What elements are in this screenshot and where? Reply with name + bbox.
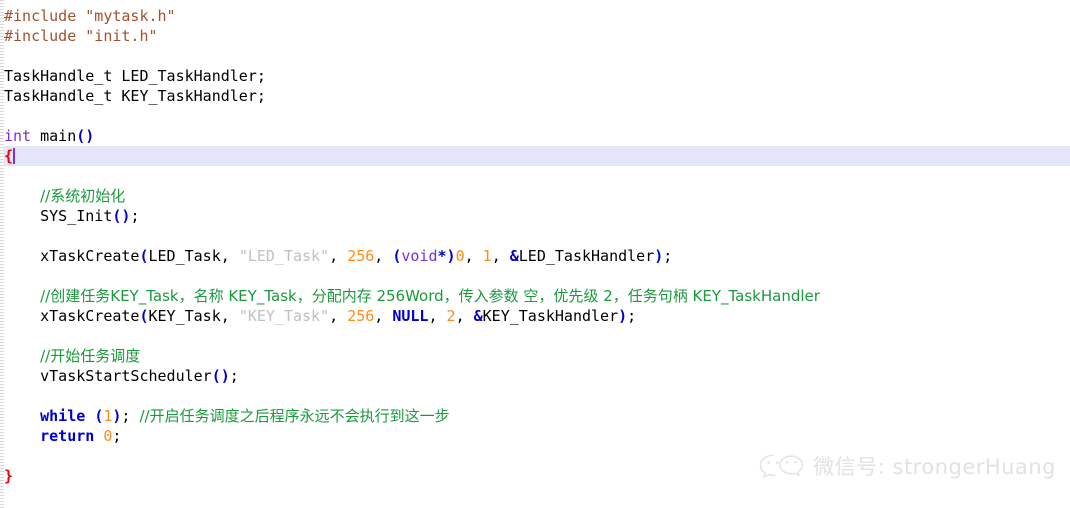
code-token: #include <box>4 27 86 45</box>
code-token: KEY_TaskHandler <box>482 307 619 325</box>
code-line-return-zero[interactable]: return 0; <box>0 426 1070 446</box>
code-content[interactable]: #include "mytask.h" #include "init.h" Task… <box>0 0 1070 486</box>
code-token: , <box>329 247 348 265</box>
code-token: NULL <box>392 307 429 325</box>
code-token: "KEY_Task" <box>238 307 330 325</box>
code-token: , <box>374 307 393 325</box>
code-token: 1 <box>482 247 492 265</box>
code-token: , <box>455 307 474 325</box>
code-token: KEY_Task, <box>148 307 239 325</box>
code-token: ; <box>256 87 266 105</box>
text-caret <box>13 148 16 164</box>
editor-gutter-strip <box>0 0 4 508</box>
code-token: //开启任务调度之后程序永远不会执行到这一步 <box>139 407 450 425</box>
watermark-text: 微信号: strongerHuang <box>813 455 1056 479</box>
code-line-call-xtaskcreate-led[interactable]: xTaskCreate(LED_Task, "LED_Task", 256, (… <box>0 246 1070 266</box>
code-token: 256 <box>347 247 375 265</box>
code-token: } <box>4 467 14 485</box>
code-token: xTaskCreate <box>4 247 140 265</box>
code-token: ) <box>654 247 664 265</box>
code-token: TaskHandle_t KEY_TaskHandler <box>4 87 257 105</box>
code-token: ; <box>627 307 637 325</box>
code-token: #include <box>4 7 86 25</box>
code-token: ) <box>618 307 628 325</box>
code-line-blank-5[interactable] <box>0 266 1070 286</box>
code-token: & <box>509 247 519 265</box>
code-token: () <box>112 207 131 225</box>
code-token: , <box>329 307 348 325</box>
code-token: 2 <box>446 307 456 325</box>
wechat-logo-icon <box>757 452 804 482</box>
code-token: 0 <box>455 247 465 265</box>
code-token: ; <box>663 247 673 265</box>
code-token: void <box>401 247 438 265</box>
code-token: ; <box>130 207 140 225</box>
code-token: LED_TaskHandler <box>518 247 655 265</box>
code-line-blank-6[interactable] <box>0 326 1070 346</box>
code-token: ( <box>139 307 149 325</box>
code-token: return <box>40 427 95 445</box>
code-token: () <box>76 127 95 145</box>
code-line-call-xtaskcreate-key[interactable]: xTaskCreate(KEY_Task, "KEY_Task", 256, N… <box>0 306 1070 326</box>
code-token: //系统初始化 <box>40 187 126 205</box>
code-token: , <box>428 307 447 325</box>
code-line-blank-7[interactable] <box>0 386 1070 406</box>
code-token: LED_Task, <box>148 247 239 265</box>
code-token: "init.h" <box>85 27 158 45</box>
code-token: //创建任务KEY_Task，名称 KEY_Task，分配内存 256Word，… <box>40 287 820 305</box>
code-token: () <box>211 367 230 385</box>
code-token: while <box>40 407 86 425</box>
code-token: TaskHandle_t LED_TaskHandler <box>4 67 257 85</box>
code-line-blank-3[interactable] <box>0 166 1070 186</box>
code-token: ; <box>121 407 140 425</box>
code-line-blank-2[interactable] <box>0 106 1070 126</box>
code-editor[interactable]: #include "mytask.h" #include "init.h" Task… <box>0 0 1070 508</box>
code-token: ; <box>229 367 239 385</box>
code-line-comment-key-task[interactable]: //创建任务KEY_Task，名称 KEY_Task，分配内存 256Word，… <box>0 286 1070 306</box>
code-line-comment-sys-init[interactable]: //系统初始化 <box>0 186 1070 206</box>
code-token: & <box>473 307 483 325</box>
code-token: ( <box>139 247 149 265</box>
code-line-call-vtaskstartscheduler[interactable]: vTaskStartScheduler(); <box>0 366 1070 386</box>
code-line-while-loop[interactable]: while (1); //开启任务调度之后程序永远不会执行到这一步 <box>0 406 1070 426</box>
code-token: ( <box>94 407 104 425</box>
code-token: *) <box>437 247 456 265</box>
code-token: , <box>374 247 393 265</box>
code-token: , <box>491 247 510 265</box>
code-line-call-sys-init[interactable]: SYS_Init(); <box>0 206 1070 226</box>
code-token: //开始任务调度 <box>40 347 141 365</box>
code-token: , <box>464 247 483 265</box>
code-token: ; <box>256 67 266 85</box>
code-line-blank-4[interactable] <box>0 226 1070 246</box>
code-line-include-init[interactable]: #include "init.h" <box>0 26 1070 46</box>
code-token: ; <box>112 427 122 445</box>
code-line-blank-1[interactable] <box>0 46 1070 66</box>
code-token: SYS_Init <box>4 207 113 225</box>
code-token: vTaskStartScheduler <box>4 367 212 385</box>
code-token: 256 <box>347 307 375 325</box>
code-line-decl-key-handler[interactable]: TaskHandle_t KEY_TaskHandler; <box>0 86 1070 106</box>
code-line-include-mytask[interactable]: #include "mytask.h" <box>0 6 1070 26</box>
code-token: "LED_Task" <box>238 247 330 265</box>
code-line-open-brace[interactable]: { <box>0 146 1070 166</box>
watermark: 微信号: strongerHuang <box>757 452 1056 482</box>
code-token: main <box>31 127 77 145</box>
code-token: xTaskCreate <box>4 307 140 325</box>
code-token: { <box>4 147 14 165</box>
code-line-decl-led-handler[interactable]: TaskHandle_t LED_TaskHandler; <box>0 66 1070 86</box>
code-token: int <box>4 127 32 145</box>
code-token: "mytask.h" <box>85 7 176 25</box>
code-line-main-signature[interactable]: int main() <box>0 126 1070 146</box>
code-line-comment-start-scheduler[interactable]: //开始任务调度 <box>0 346 1070 366</box>
